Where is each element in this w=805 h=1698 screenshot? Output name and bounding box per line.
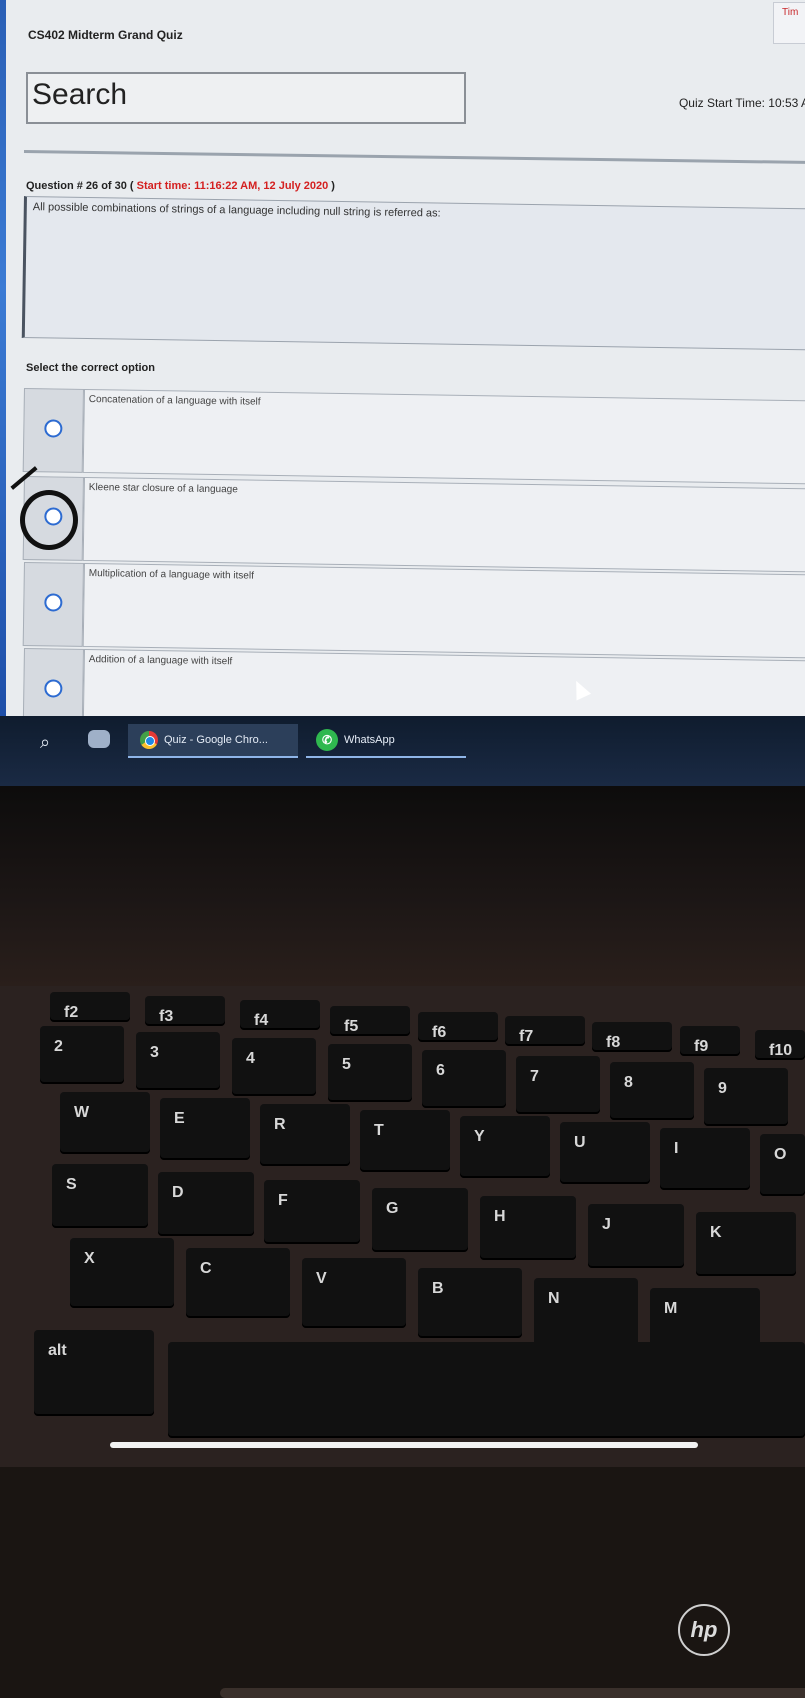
key-4: 4	[232, 1038, 316, 1096]
key-w: W	[60, 1092, 150, 1154]
app-icon[interactable]	[88, 730, 110, 748]
taskbar-whatsapp-button[interactable]: ✆ WhatsApp	[306, 724, 466, 758]
key-alt: alt	[34, 1330, 154, 1416]
option-row-4[interactable]: Addition of a language with itself	[22, 648, 805, 720]
option-text-cell[interactable]: Concatenation of a language with itself	[82, 388, 805, 485]
laptop-keyboard: f2 f3 f4 f5 f6 f7 f8 f9 f10 2 3 4 5 6 7 …	[0, 986, 805, 1467]
key-g: G	[372, 1188, 468, 1252]
key-3: 3	[136, 1032, 220, 1090]
key-f2: f2	[50, 992, 130, 1022]
key-space	[168, 1342, 805, 1438]
key-9: 9	[704, 1068, 788, 1126]
key-k: K	[696, 1212, 796, 1276]
question-start-time: Start time: 11:16:22 AM, 12 July 2020	[136, 180, 329, 192]
key-f4: f4	[240, 1000, 320, 1030]
hinge	[220, 1688, 805, 1698]
key-t: T	[360, 1110, 450, 1172]
quiz-start-time: Quiz Start Time: 10:53 A	[678, 96, 805, 110]
key-u: U	[560, 1122, 650, 1184]
laptop-bezel: hp	[0, 786, 805, 1698]
option-text: Kleene star closure of a language	[88, 482, 238, 496]
key-f7: f7	[505, 1016, 585, 1046]
question-text: All possible combinations of strings of …	[32, 201, 441, 220]
key-j: J	[588, 1204, 684, 1268]
question-header-suffix: )	[331, 180, 335, 192]
timer-box: Tim	[773, 2, 805, 44]
key-c: C	[186, 1248, 290, 1318]
timer-label: Tim	[782, 7, 799, 18]
radio-cell[interactable]	[22, 648, 84, 720]
option-text-cell[interactable]: Addition of a language with itself	[82, 648, 805, 720]
header-divider	[23, 150, 805, 165]
key-n: N	[534, 1278, 638, 1348]
desktop-edge	[0, 0, 6, 720]
question-header: Question # 26 of 30 ( Start time: 11:16:…	[26, 180, 335, 192]
key-8: 8	[610, 1062, 694, 1120]
key-f10: f10	[755, 1030, 805, 1060]
key-v: V	[302, 1258, 406, 1328]
key-f8: f8	[592, 1022, 672, 1052]
key-f: F	[264, 1180, 360, 1244]
handwritten-circle-mark	[20, 490, 78, 550]
option-text: Concatenation of a language with itself	[88, 394, 261, 408]
key-f5: f5	[330, 1006, 410, 1036]
taskbar: ⌕ Quiz - Google Chro... ✆ WhatsApp	[0, 716, 805, 786]
chrome-icon	[140, 731, 158, 749]
radio-button[interactable]	[44, 419, 63, 438]
key-d: D	[158, 1172, 254, 1236]
whatsapp-icon: ✆	[316, 729, 338, 751]
key-7: 7	[516, 1056, 600, 1114]
key-h: H	[480, 1196, 576, 1260]
radio-cell[interactable]	[22, 388, 84, 473]
key-f6: f6	[418, 1012, 498, 1042]
key-b: B	[418, 1268, 522, 1338]
hp-logo: hp	[678, 1604, 730, 1656]
radio-button[interactable]	[44, 593, 63, 612]
browser-screen: CS402 Midterm Grand Quiz Tim Search Quiz…	[0, 0, 805, 720]
search-icon[interactable]: ⌕	[40, 732, 56, 752]
key-f3: f3	[145, 996, 225, 1026]
key-6: 6	[422, 1050, 506, 1108]
search-label: Search	[32, 78, 128, 111]
key-2: 2	[40, 1026, 124, 1084]
radio-cell[interactable]	[22, 562, 84, 647]
key-r: R	[260, 1104, 350, 1166]
option-row-2[interactable]: Kleene star closure of a language	[22, 476, 805, 573]
key-e: E	[160, 1098, 250, 1160]
key-o: O	[760, 1134, 805, 1196]
key-y: Y	[460, 1116, 550, 1178]
key-f9: f9	[680, 1026, 740, 1056]
option-row-1[interactable]: Concatenation of a language with itself	[22, 388, 805, 485]
question-text-box: All possible combinations of strings of …	[21, 196, 805, 351]
whatsapp-label: WhatsApp	[344, 734, 395, 746]
taskbar-chrome-button[interactable]: Quiz - Google Chro...	[128, 724, 298, 758]
chrome-label: Quiz - Google Chro...	[164, 734, 268, 746]
quiz-title: CS402 Midterm Grand Quiz	[28, 28, 183, 42]
home-indicator	[110, 1442, 698, 1448]
radio-button[interactable]	[44, 679, 63, 698]
option-text-cell[interactable]: Multiplication of a language with itself	[82, 562, 805, 659]
key-i: I	[660, 1128, 750, 1190]
key-x: X	[70, 1238, 174, 1308]
option-text: Multiplication of a language with itself	[88, 568, 254, 582]
option-text-cell[interactable]: Kleene star closure of a language	[82, 476, 805, 573]
search-field[interactable]: Search	[26, 72, 466, 124]
key-s: S	[52, 1164, 148, 1228]
question-number: Question # 26 of 30 (	[26, 180, 134, 192]
option-text: Addition of a language with itself	[88, 654, 233, 668]
select-option-label: Select the correct option	[26, 362, 155, 374]
key-5: 5	[328, 1044, 412, 1102]
option-row-3[interactable]: Multiplication of a language with itself	[22, 562, 805, 659]
